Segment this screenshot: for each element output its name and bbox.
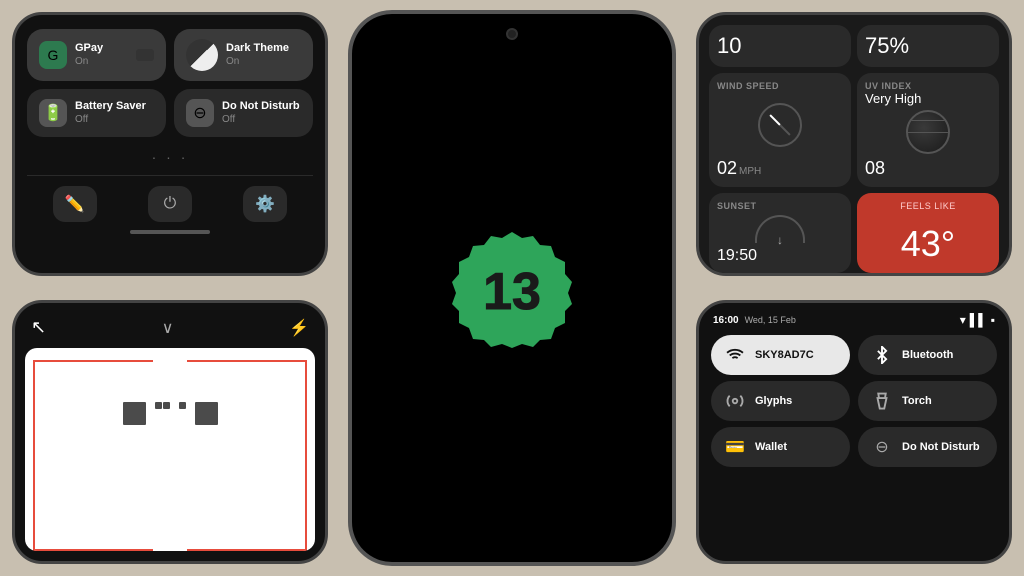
power-button[interactable]: ⏻ [148,186,192,222]
battery-status-icon: ▪ [991,313,995,327]
edit-button[interactable]: ✏️ [53,186,97,222]
bluetooth-tile[interactable]: Bluetooth [858,335,997,375]
compass [758,103,802,147]
qs2-row-1: SKY8AD7C Bluetooth [711,335,997,375]
cursor-icon: ↖ [31,317,46,338]
weather-cell-humidity: 75% [857,25,999,67]
panel-qr-scanner: ↖ ∨ ⚡ [12,300,328,564]
uv-globe [906,110,950,154]
wifi-tile-icon [723,343,747,367]
battery-label: Battery Saver [75,100,146,113]
wind-cell: WIND SPEED 02 MPH [709,73,851,187]
qr-header: ↖ ∨ ⚡ [25,313,315,342]
steps-value: 10 [717,33,843,59]
wind-unit: MPH [739,166,761,177]
gpay-tile[interactable]: G GPay On [27,29,166,81]
dnd-tile-label: Do Not Disturb [902,441,980,453]
dark-theme-label: Dark Theme [226,42,289,55]
android13-logo: 13 [452,228,572,348]
wind-label: WIND SPEED [717,81,843,91]
panel-quick-settings: G GPay On Dark Theme On 🔋 Battery Saver … [12,12,328,276]
panel-android13: 13 [348,10,676,566]
qr-scanner-view [25,348,315,551]
feels-like-cell: FEELS LIKE 43° [857,193,999,273]
compass-needle [769,114,790,135]
qs2-date-display: Wed, 15 Feb [745,315,796,325]
wifi-tile-label: SKY8AD7C [755,349,814,361]
wallet-tile-label: Wallet [755,441,787,453]
wind-value: 02 [717,158,737,179]
sunset-label: SUNSET [717,201,843,211]
wallet-tile-icon: 💳 [723,435,747,459]
humidity-value: 75% [865,33,991,59]
torch-tile-icon [870,389,894,413]
qs2-row-3: 💳 Wallet ⊖ Do Not Disturb [711,427,997,467]
glyphs-tile[interactable]: Glyphs [711,381,850,421]
svg-text:13: 13 [483,263,541,321]
feels-like-value: 43° [865,223,991,265]
status-icons: ▾ ▌▌ ▪ [960,313,995,327]
gpay-icon: G [39,41,67,69]
settings-button[interactable]: ⚙️ [243,186,287,222]
gpay-sub: On [75,56,103,68]
chevron-down-icon[interactable]: ∨ [162,318,174,338]
uv-value: 08 [865,158,991,179]
dark-theme-sub: On [226,56,289,68]
battery-icon: 🔋 [39,99,67,127]
qs2-time-display: 16:00 [713,315,739,326]
weather-cell-steps: 10 [709,25,851,67]
dnd-tile-icon: ⊖ [870,435,894,459]
page-dots: · · · [27,149,313,165]
sunset-time: 19:50 [717,247,843,265]
uv-label: UV INDEX [865,81,991,91]
sunset-arc: ↓ [755,215,805,243]
torch-tile[interactable]: Torch [858,381,997,421]
uv-sub: Very High [865,91,991,106]
battery-sub: Off [75,114,146,126]
dnd-label: Do Not Disturb [222,100,300,113]
action-bar: ✏️ ⏻ ⚙️ [27,175,313,222]
wallet-tile[interactable]: 💳 Wallet [711,427,850,467]
glyphs-tile-label: Glyphs [755,395,792,407]
wifi-icon: ▾ [960,313,966,327]
dark-theme-icon [186,39,218,71]
bluetooth-tile-label: Bluetooth [902,349,953,361]
qr-right-controls: ⚡ [289,318,309,338]
wifi-tile[interactable]: SKY8AD7C [711,335,850,375]
bluetooth-tile-icon [870,343,894,367]
feels-like-label: FEELS LIKE [865,201,991,211]
signal-icon: ▌▌ [970,313,987,327]
battery-saver-tile[interactable]: 🔋 Battery Saver Off [27,89,166,137]
front-camera [506,28,518,40]
dnd-icon: ⊖ [186,99,214,127]
gpay-label: GPay [75,42,103,55]
sunset-cell: SUNSET ↓ 19:50 [709,193,851,273]
sunset-arrow-icon: ↓ [777,233,783,247]
dark-theme-tile[interactable]: Dark Theme On [174,29,313,81]
panel-quick-settings-2: 16:00 Wed, 15 Feb ▾ ▌▌ ▪ SKY8AD7C Blueto… [696,300,1012,564]
uv-cell: UV INDEX Very High 08 [857,73,999,187]
flash-icon[interactable]: ⚡ [289,318,309,338]
qs2-row-2: Glyphs Torch [711,381,997,421]
panel-weather: 10 75% WIND SPEED 02 MPH UV INDEX Very H… [696,12,1012,276]
glyphs-tile-icon [723,389,747,413]
qs2-status-bar: 16:00 Wed, 15 Feb ▾ ▌▌ ▪ [711,313,997,327]
dnd-tile-2[interactable]: ⊖ Do Not Disturb [858,427,997,467]
torch-tile-label: Torch [902,395,932,407]
home-bar [130,230,210,234]
dnd-tile[interactable]: ⊖ Do Not Disturb Off [174,89,313,137]
dnd-sub: Off [222,114,300,126]
